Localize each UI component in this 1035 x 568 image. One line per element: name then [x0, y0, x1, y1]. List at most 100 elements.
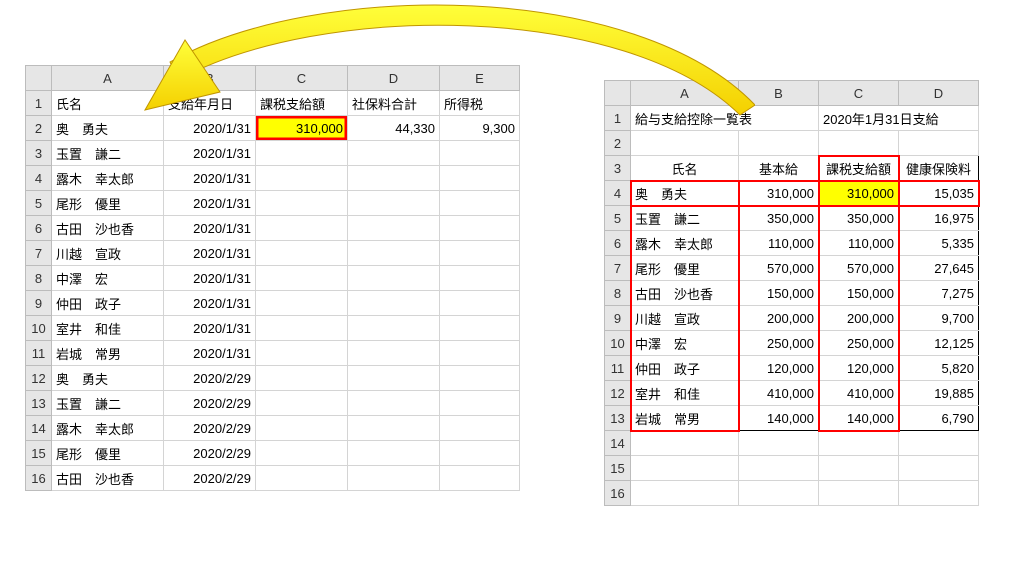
cell[interactable]	[256, 141, 348, 166]
cell[interactable]: 2020/1/31	[164, 291, 256, 316]
row-header[interactable]: 16	[605, 481, 631, 506]
cell[interactable]	[631, 131, 739, 156]
row-header[interactable]: 13	[26, 391, 52, 416]
row-header[interactable]: 4	[605, 181, 631, 206]
cell[interactable]: 5,820	[899, 356, 979, 381]
cell[interactable]	[256, 416, 348, 441]
cell[interactable]	[819, 131, 899, 156]
row-header[interactable]: 7	[605, 256, 631, 281]
cell[interactable]: 2020/2/29	[164, 441, 256, 466]
cell[interactable]	[440, 216, 520, 241]
cell[interactable]	[256, 166, 348, 191]
cell[interactable]: 110,000	[819, 231, 899, 256]
cell[interactable]	[348, 466, 440, 491]
cell[interactable]	[739, 431, 819, 456]
col-header-C[interactable]: C	[256, 66, 348, 91]
cell[interactable]	[440, 341, 520, 366]
cell[interactable]: 350,000	[819, 206, 899, 231]
cell[interactable]: 2020/1/31	[164, 191, 256, 216]
cell[interactable]	[819, 431, 899, 456]
row-header-2[interactable]: 2	[26, 116, 52, 141]
cell[interactable]: 27,645	[899, 256, 979, 281]
row-header[interactable]: 16	[26, 466, 52, 491]
cell[interactable]	[440, 391, 520, 416]
cell[interactable]	[440, 141, 520, 166]
date-cell[interactable]: 2020年1月31日支給	[819, 106, 979, 131]
cell[interactable]	[348, 316, 440, 341]
header-insurance[interactable]: 健康保険料	[899, 156, 979, 181]
cell[interactable]	[256, 441, 348, 466]
cell[interactable]	[440, 241, 520, 266]
cell[interactable]	[440, 191, 520, 216]
select-all-corner[interactable]	[26, 66, 52, 91]
row-header[interactable]: 3	[26, 141, 52, 166]
cell[interactable]: 120,000	[819, 356, 899, 381]
cell[interactable]	[739, 456, 819, 481]
cell[interactable]	[348, 241, 440, 266]
cell[interactable]	[739, 481, 819, 506]
cell[interactable]	[899, 481, 979, 506]
col-header-C[interactable]: C	[819, 81, 899, 106]
cell[interactable]	[348, 166, 440, 191]
col-header-B[interactable]: B	[164, 66, 256, 91]
cell[interactable]: 310,000	[739, 181, 819, 206]
col-header-D[interactable]: D	[348, 66, 440, 91]
row-header[interactable]: 15	[605, 456, 631, 481]
cell[interactable]	[256, 341, 348, 366]
cell[interactable]: 玉置 謙二	[631, 206, 739, 231]
cell[interactable]: 410,000	[819, 381, 899, 406]
row-header[interactable]: 15	[26, 441, 52, 466]
cell[interactable]	[440, 266, 520, 291]
cell[interactable]: 仲田 政子	[52, 291, 164, 316]
cell[interactable]	[819, 456, 899, 481]
col-header-E[interactable]: E	[440, 66, 520, 91]
row-header[interactable]: 14	[605, 431, 631, 456]
cell[interactable]	[899, 131, 979, 156]
cell[interactable]: 露木 幸太郎	[52, 166, 164, 191]
cell[interactable]: 570,000	[819, 256, 899, 281]
cell[interactable]: 200,000	[739, 306, 819, 331]
cell[interactable]: 9,300	[440, 116, 520, 141]
row-header[interactable]: 12	[605, 381, 631, 406]
cell[interactable]: 尾形 優里	[52, 441, 164, 466]
cell[interactable]	[440, 166, 520, 191]
cell[interactable]	[440, 466, 520, 491]
row-header[interactable]: 6	[605, 231, 631, 256]
col-header-D[interactable]: D	[899, 81, 979, 106]
cell[interactable]: 2020/2/29	[164, 416, 256, 441]
title-cell[interactable]: 給与支給控除一覧表	[631, 106, 819, 131]
cell[interactable]	[440, 366, 520, 391]
cell[interactable]	[440, 316, 520, 341]
cell[interactable]: 250,000	[739, 331, 819, 356]
header-name[interactable]: 氏名	[631, 156, 739, 181]
row-header[interactable]: 9	[605, 306, 631, 331]
row-header[interactable]: 10	[605, 331, 631, 356]
cell[interactable]: 社保料合計	[348, 91, 440, 116]
cell[interactable]: 2020/1/31	[164, 166, 256, 191]
cell[interactable]: 15,035	[899, 181, 979, 206]
cell[interactable]: 2020/1/31	[164, 216, 256, 241]
cell[interactable]	[348, 291, 440, 316]
cell[interactable]: 2020/2/29	[164, 466, 256, 491]
row-header[interactable]: 10	[26, 316, 52, 341]
row-header[interactable]: 11	[605, 356, 631, 381]
col-header-A[interactable]: A	[52, 66, 164, 91]
cell[interactable]: 2020/1/31	[164, 241, 256, 266]
cell[interactable]: 2020/2/29	[164, 366, 256, 391]
cell-C4-highlight[interactable]: 310,000	[819, 181, 899, 206]
cell[interactable]: 岩城 常男	[631, 406, 739, 431]
cell[interactable]: 200,000	[819, 306, 899, 331]
cell[interactable]	[348, 141, 440, 166]
cell[interactable]	[348, 366, 440, 391]
cell[interactable]: 2020/1/31	[164, 116, 256, 141]
row-header[interactable]: 12	[26, 366, 52, 391]
cell[interactable]	[631, 481, 739, 506]
cell[interactable]: 玉置 謙二	[52, 141, 164, 166]
cell[interactable]: 古田 沙也香	[631, 281, 739, 306]
row-header[interactable]: 13	[605, 406, 631, 431]
cell[interactable]: 150,000	[819, 281, 899, 306]
cell[interactable]: 岩城 常男	[52, 341, 164, 366]
cell[interactable]	[440, 441, 520, 466]
row-header[interactable]: 5	[605, 206, 631, 231]
row-header[interactable]: 11	[26, 341, 52, 366]
